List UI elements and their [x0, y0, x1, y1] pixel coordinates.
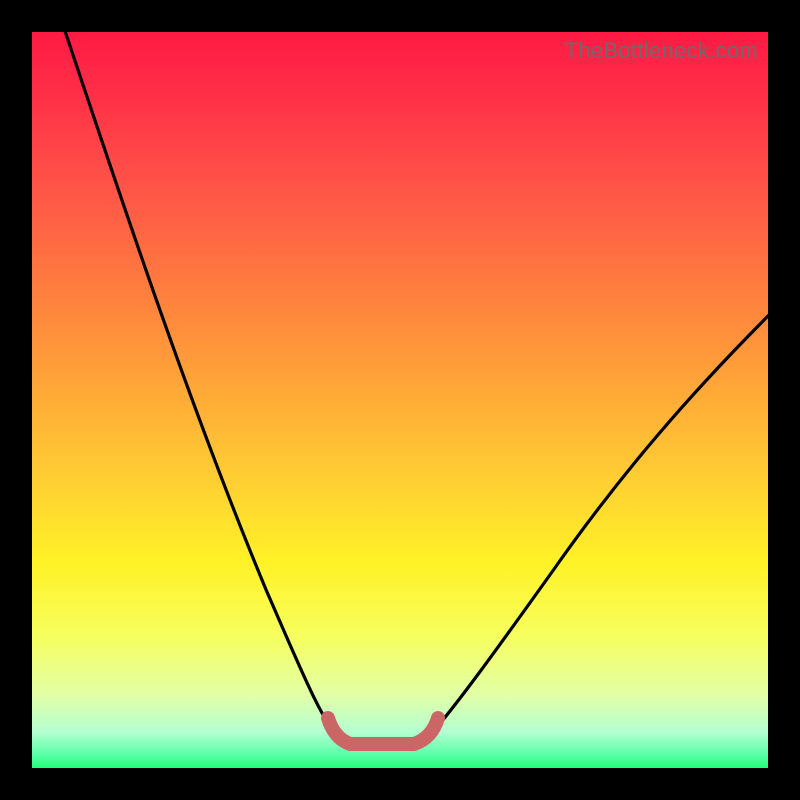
right-curve: [424, 312, 768, 742]
plot-area: TheBottleneck.com: [32, 32, 768, 768]
chart-frame: TheBottleneck.com: [0, 0, 800, 800]
curve-layer: [32, 32, 768, 768]
bottom-bridge: [328, 718, 438, 744]
left-curve: [62, 32, 342, 742]
